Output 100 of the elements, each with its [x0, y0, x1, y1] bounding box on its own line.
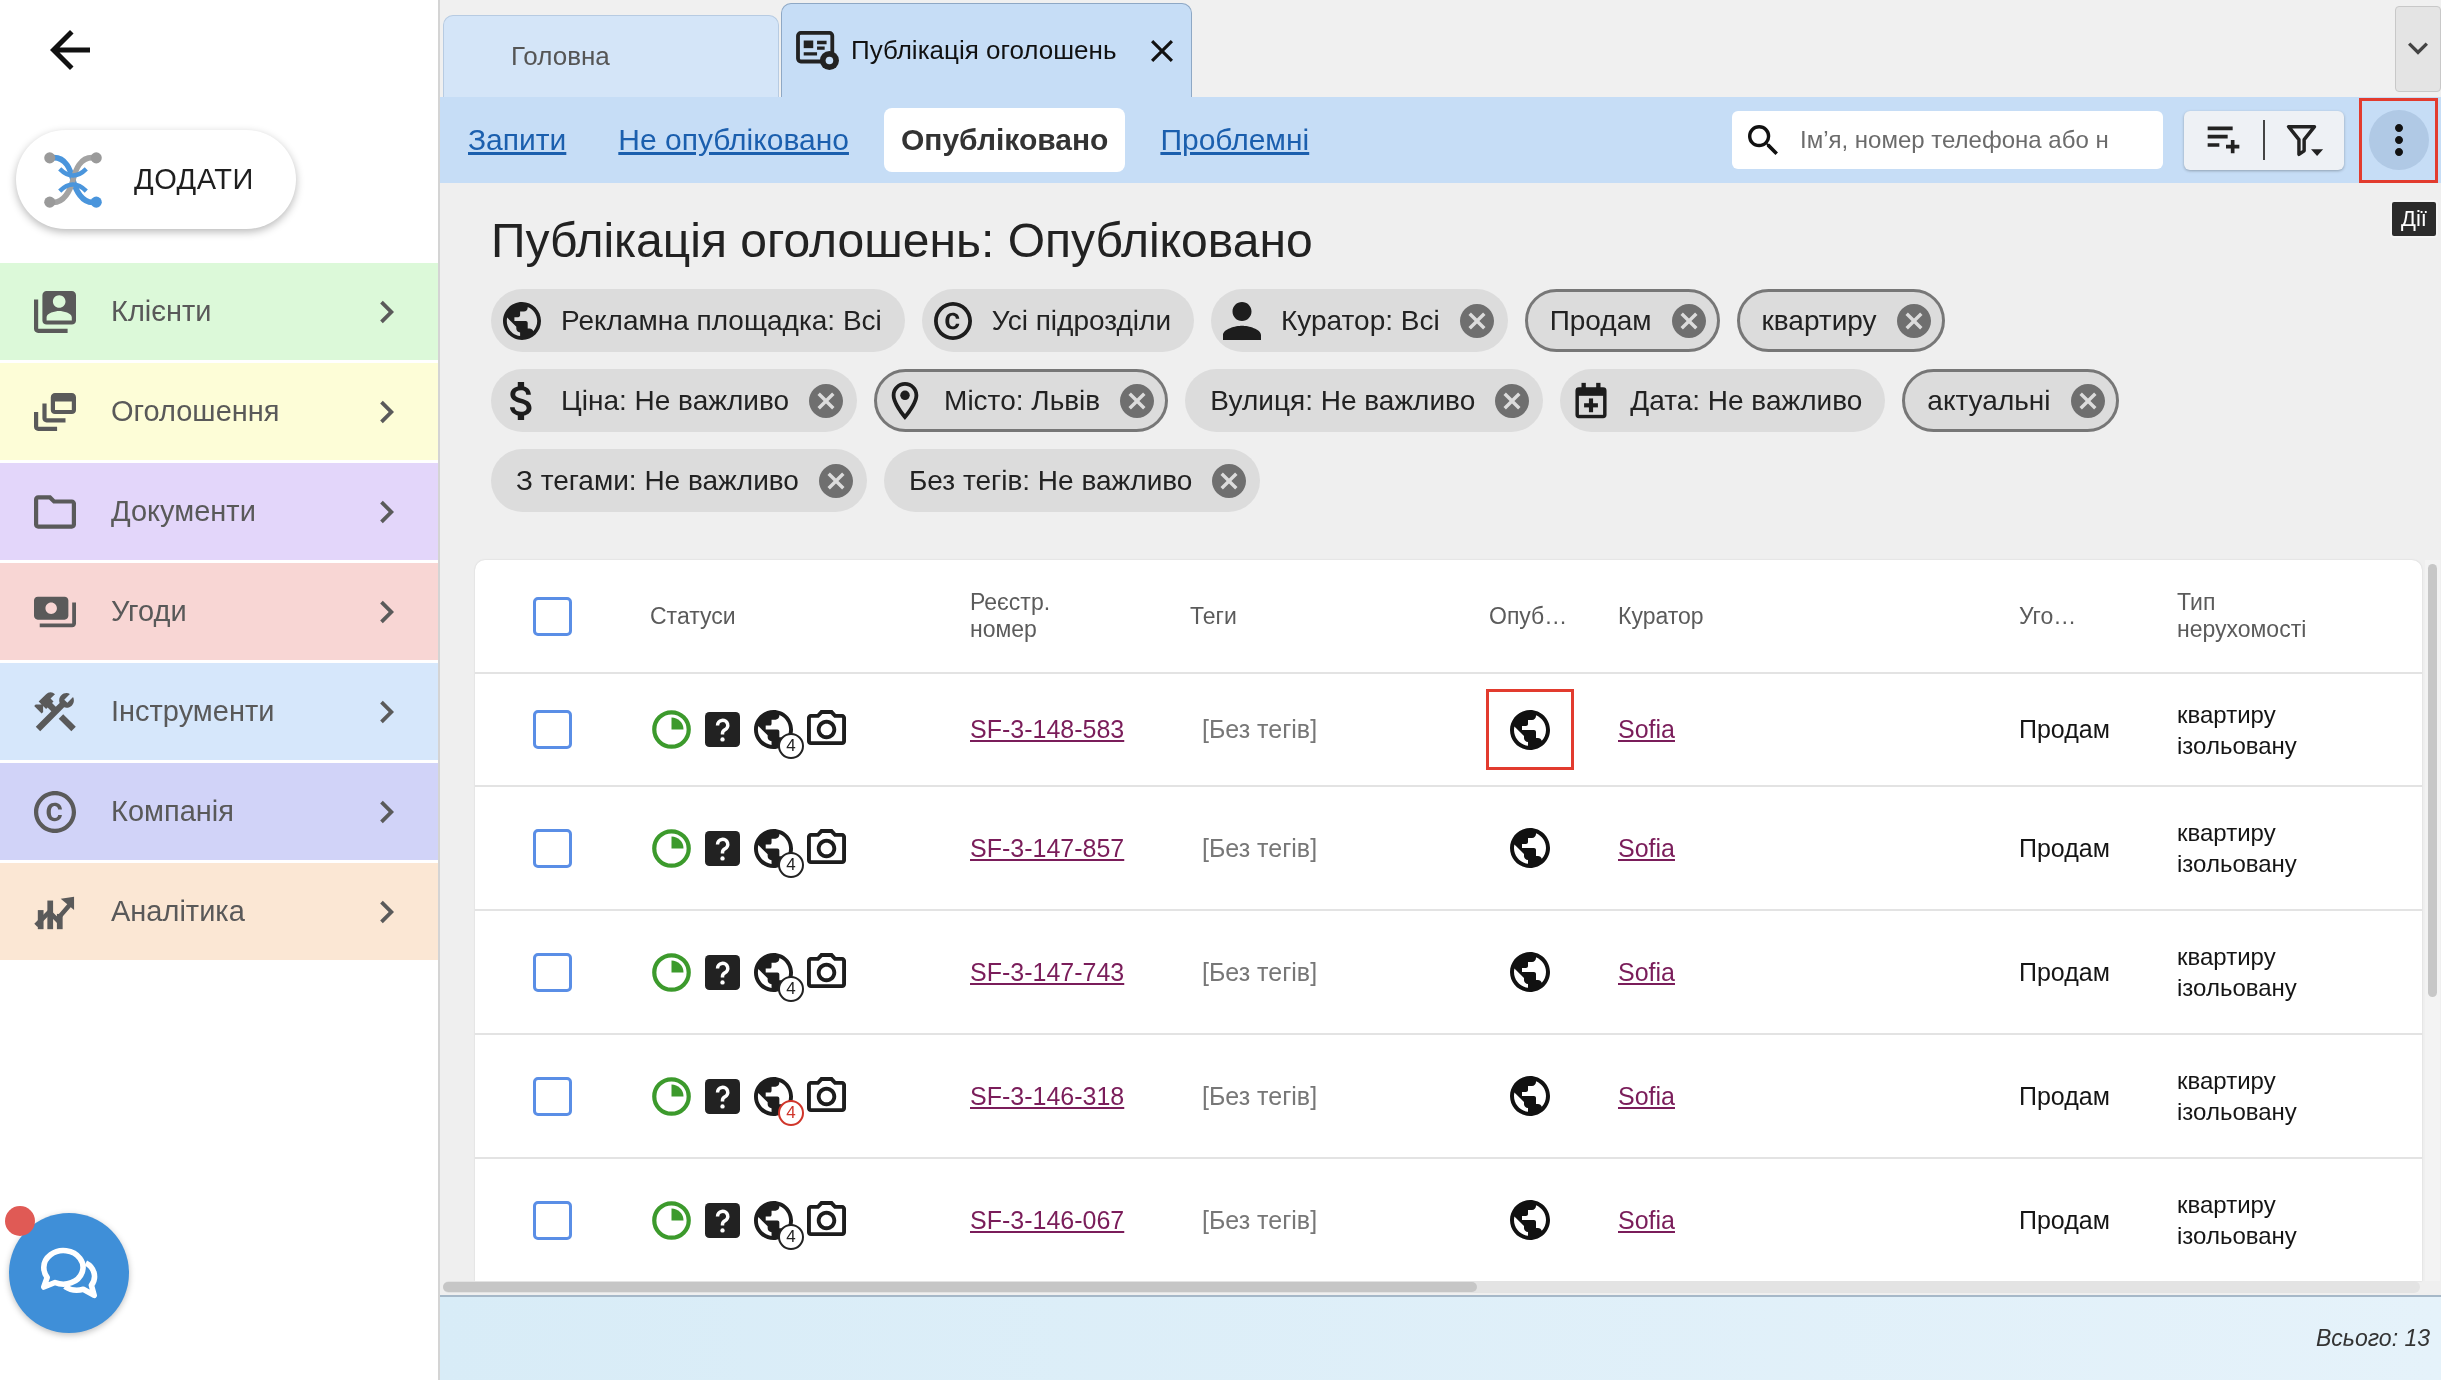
- question-icon: [705, 1078, 740, 1114]
- property-type-text: квартиру ізольовану: [2177, 1066, 2298, 1127]
- filter-chip[interactable]: Без тегів: Не важливо: [883, 449, 1261, 512]
- more-icon: [2394, 124, 2403, 156]
- tab[interactable]: Публікація оголошень: [781, 3, 1193, 97]
- count-badge: 4: [778, 1223, 804, 1250]
- registry-number-link[interactable]: SF-3-147-743: [970, 957, 1125, 987]
- chevron-right-icon: [380, 699, 394, 724]
- view-tab[interactable]: Опубліковано: [883, 108, 1126, 172]
- remove-icon[interactable]: [1212, 463, 1247, 498]
- curator-link[interactable]: Sofia: [1618, 833, 1675, 863]
- horizontal-scrollbar[interactable]: [443, 1281, 2420, 1293]
- remove-icon[interactable]: [1459, 303, 1494, 338]
- registry-number-link[interactable]: SF-3-148-583: [970, 715, 1125, 744]
- view-tab[interactable]: Не опубліковано: [601, 108, 866, 172]
- curator-link[interactable]: Sofia: [1618, 1205, 1675, 1235]
- copyright-icon: [933, 301, 972, 340]
- registry-number-link[interactable]: SF-3-146-067: [970, 1205, 1125, 1235]
- property-type-text: квартиру ізольовану: [2177, 818, 2298, 879]
- globe-icon: [1510, 1200, 1550, 1240]
- checkbox[interactable]: [533, 710, 572, 749]
- back-button[interactable]: [50, 30, 90, 70]
- column-header: Уго…: [2019, 602, 2078, 630]
- close-icon[interactable]: [1151, 39, 1174, 62]
- checkbox[interactable]: [533, 1200, 572, 1240]
- remove-icon[interactable]: [1495, 383, 1530, 418]
- remove-icon[interactable]: [809, 383, 844, 418]
- deal-type-text: Продам: [2019, 1081, 2110, 1111]
- pie-clock-icon: [652, 1200, 691, 1240]
- chevron-right-icon: [380, 799, 394, 824]
- remove-icon[interactable]: [1896, 303, 1931, 338]
- curator-link[interactable]: Sofia: [1618, 957, 1675, 987]
- remove-icon[interactable]: [2070, 383, 2105, 418]
- remove-icon[interactable]: [1671, 303, 1706, 338]
- filter-chip[interactable]: Усі підрозділи: [921, 289, 1195, 352]
- globe-icon: [1510, 952, 1550, 992]
- pie-clock-icon: [652, 952, 691, 992]
- menu-item[interactable]: Компанія: [0, 763, 438, 860]
- count-badge: 4: [778, 975, 804, 1002]
- deal-type-text: Продам: [2019, 957, 2110, 987]
- registry-number-link[interactable]: SF-3-146-318: [970, 1081, 1125, 1111]
- view-tab[interactable]: Проблемні: [1143, 108, 1327, 172]
- checkbox[interactable]: [533, 1076, 572, 1116]
- filter-chip[interactable]: Рекламна площадка: Всі: [491, 289, 905, 352]
- question-icon: [705, 712, 740, 747]
- menu-item[interactable]: Аналітика: [0, 863, 438, 960]
- filter-chip[interactable]: Вулиця: Не важливо: [1185, 369, 1544, 432]
- tags-text: [Без тегів]: [1201, 833, 1318, 863]
- hammer-wrench-icon: [34, 690, 76, 733]
- add-button[interactable]: ДОДАТИ: [16, 130, 296, 229]
- filter-chip[interactable]: Дата: Не важливо: [1560, 369, 1886, 432]
- column-header: Статуси: [650, 602, 737, 630]
- chevron-right-icon: [380, 399, 394, 424]
- column-header: Опуб…: [1489, 602, 1569, 630]
- filter-chip[interactable]: Ціна: Не важливо: [491, 369, 858, 432]
- contact-card-icon: [34, 290, 76, 333]
- filter-chip[interactable]: актуальні: [1902, 369, 2119, 432]
- search-field[interactable]: Ім’я, номер телефона або н: [1732, 111, 2163, 169]
- menu-item[interactable]: Угоди: [0, 563, 438, 660]
- property-type-text: квартиру ізольовану: [2177, 942, 2298, 1003]
- column-header: Куратор: [1618, 602, 1705, 630]
- vertical-scrollbar[interactable]: [2425, 560, 2440, 1281]
- curator-link[interactable]: Sofia: [1618, 715, 1675, 744]
- question-icon: [705, 830, 740, 866]
- chat-icon: [38, 1245, 100, 1301]
- page-title: Публікація оголошень: Опубліковано: [491, 213, 1313, 269]
- search-icon: [1748, 125, 1778, 155]
- pie-clock-icon: [652, 1076, 691, 1116]
- column-header: Теги: [1190, 602, 1238, 630]
- checkbox[interactable]: [533, 596, 572, 636]
- count-badge: 4: [778, 1099, 804, 1126]
- filter-chip[interactable]: квартиру: [1736, 289, 1945, 352]
- menu-item[interactable]: Оголошення: [0, 363, 438, 460]
- chat-button[interactable]: [9, 1213, 129, 1333]
- list-plus-icon: [2206, 125, 2241, 155]
- menu-item[interactable]: Документи: [0, 463, 438, 560]
- filter-chip[interactable]: З тегами: Не важливо: [491, 449, 867, 512]
- menu-item[interactable]: Інструменти: [0, 663, 438, 760]
- deal-type-text: Продам: [2019, 1205, 2110, 1235]
- registry-number-link[interactable]: SF-3-147-857: [970, 833, 1125, 863]
- curator-link[interactable]: Sofia: [1618, 1081, 1675, 1111]
- remove-icon[interactable]: [818, 463, 853, 498]
- tabs-menu-button[interactable]: [2395, 5, 2441, 92]
- menu-item[interactable]: Клієнти: [0, 263, 438, 360]
- filter-chip[interactable]: Куратор: Всі: [1211, 289, 1508, 352]
- remove-icon[interactable]: [1120, 383, 1155, 418]
- view-tab[interactable]: Запити: [451, 108, 584, 172]
- question-icon: [705, 1202, 740, 1238]
- globe-icon: [1510, 828, 1550, 868]
- checkbox[interactable]: [533, 952, 572, 992]
- checkbox[interactable]: [533, 828, 572, 868]
- filter-chip[interactable]: Місто: Львів: [874, 369, 1169, 432]
- tags-text: [Без тегів]: [1201, 715, 1318, 744]
- column-header: Тип нерухомості: [2177, 589, 2308, 643]
- count-badge: 4: [778, 851, 804, 878]
- globe-icon: [1510, 709, 1550, 750]
- tab[interactable]: Головна: [443, 15, 779, 97]
- filter-chip[interactable]: Продам: [1524, 289, 1720, 352]
- copyright-icon: [34, 790, 76, 833]
- deal-type-text: Продам: [2019, 715, 2110, 744]
